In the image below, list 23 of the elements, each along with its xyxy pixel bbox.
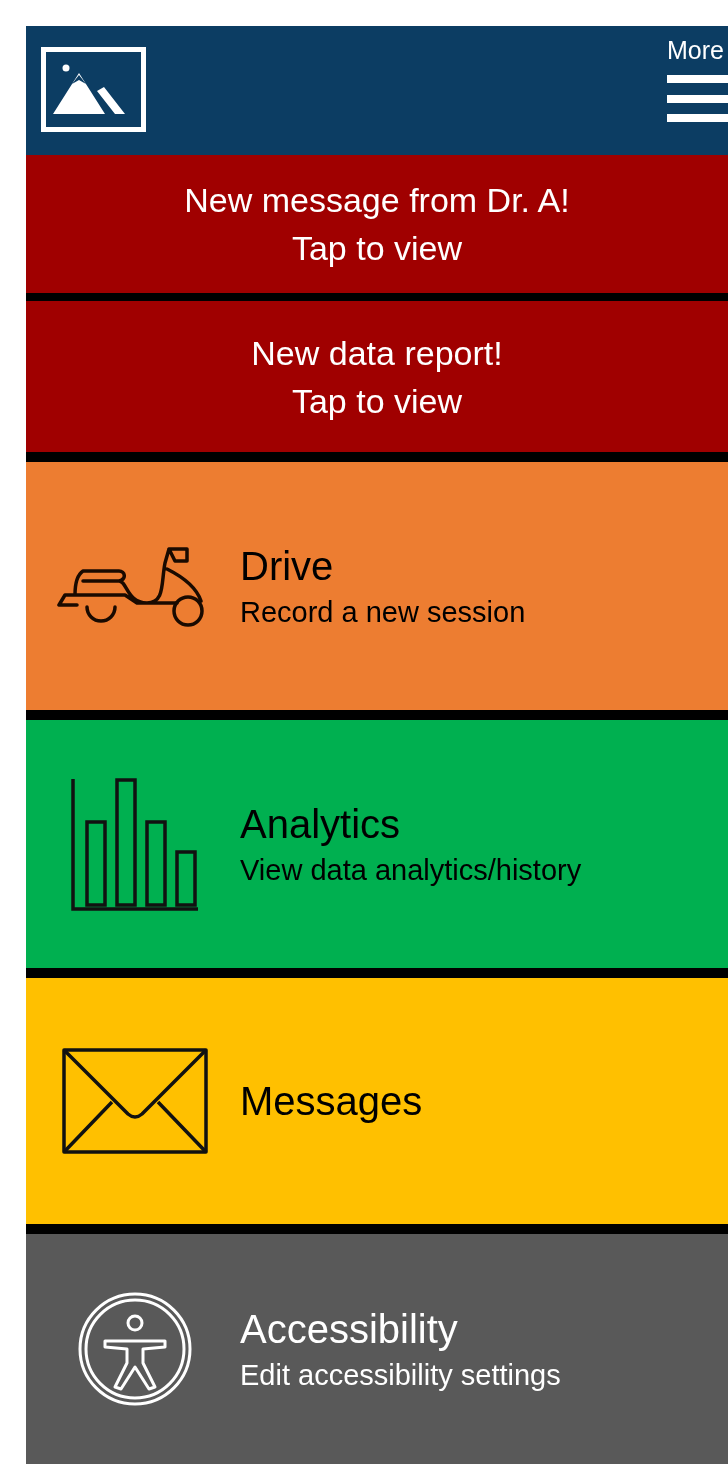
notification-action: Tap to view: [291, 380, 463, 422]
bar-chart-icon: [70, 777, 200, 911]
menu-tile[interactable]: Messages: [26, 978, 728, 1224]
menu-tile[interactable]: Drive Record a new session: [26, 462, 728, 710]
more-menu-button[interactable]: More: [667, 35, 728, 122]
menu-tile[interactable]: Analytics View data analytics/history: [26, 720, 728, 968]
tile-subtitle: View data analytics/history: [240, 853, 582, 888]
menu-icon: [667, 75, 728, 122]
tile-title: Accessibility: [240, 1306, 458, 1353]
notification-banner[interactable]: New data report! Tap to view: [26, 301, 728, 452]
notification-title: New message from Dr. A!: [184, 180, 570, 221]
tile-title: Messages: [240, 1078, 423, 1125]
menu-tile[interactable]: Accessibility Edit accessibility settings: [26, 1234, 728, 1464]
envelope-icon: [62, 1048, 208, 1154]
accessibility-icon: [77, 1291, 193, 1407]
tile-subtitle: Record a new session: [240, 595, 526, 630]
notification-title: New data report!: [251, 332, 503, 374]
image-placeholder-icon: [41, 47, 146, 132]
notification-action: Tap to view: [291, 228, 463, 269]
tile-title: Analytics: [240, 801, 401, 848]
notification-banner[interactable]: New message from Dr. A! Tap to view: [26, 155, 728, 293]
tile-title: Drive: [240, 543, 334, 590]
tile-subtitle: Edit accessibility settings: [240, 1358, 561, 1393]
